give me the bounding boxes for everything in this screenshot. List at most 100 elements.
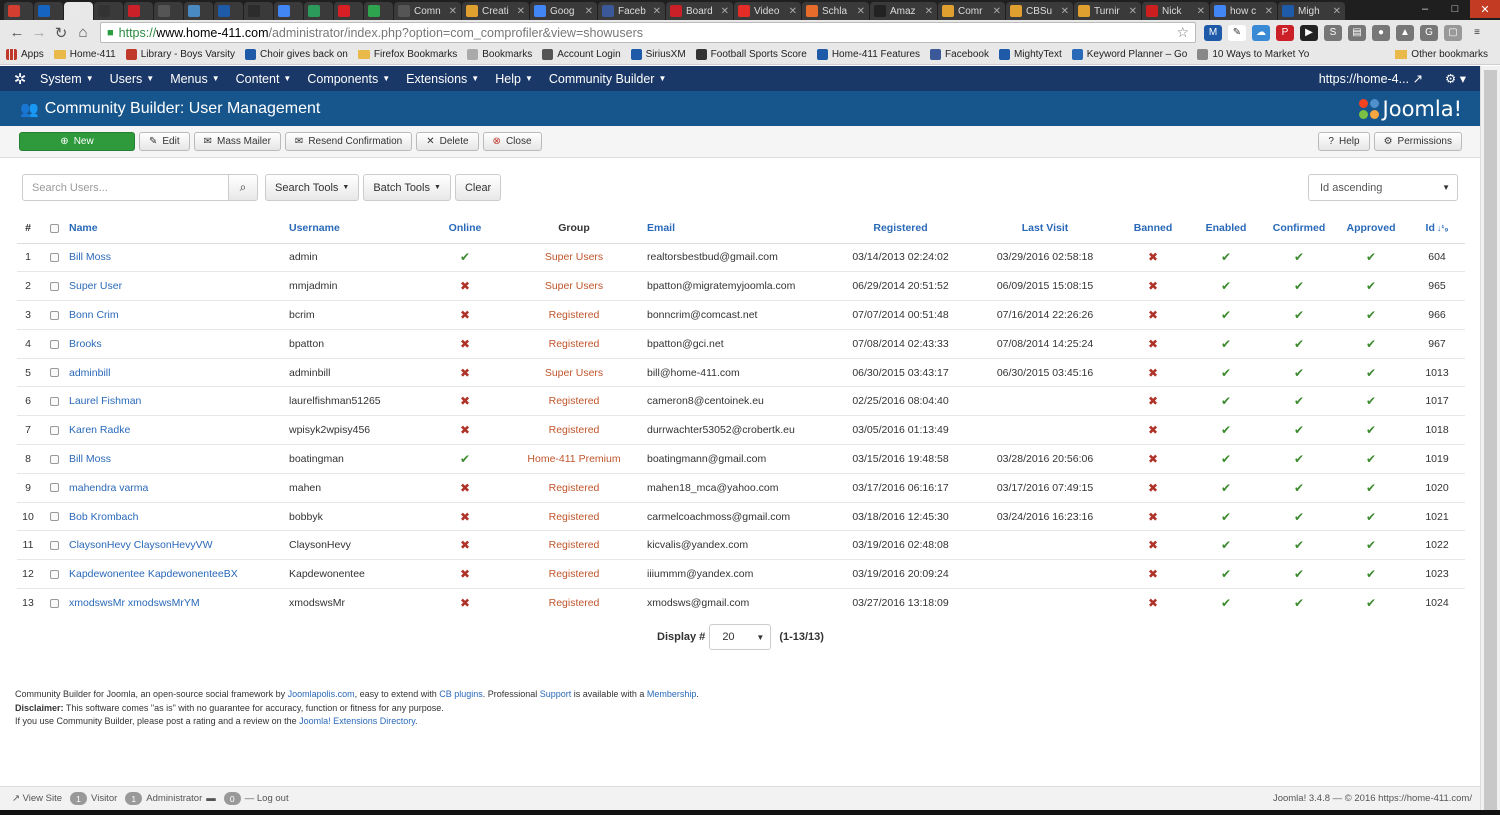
menu-extensions[interactable]: Extensions ▼ <box>406 72 479 86</box>
bookmark-item[interactable]: SiriusXM <box>630 49 686 60</box>
browser-tab[interactable] <box>274 2 303 20</box>
check-icon[interactable]: ✔ <box>1294 510 1304 524</box>
pen-extension-icon[interactable]: ✎ <box>1228 24 1246 41</box>
tab-close-icon[interactable]: ✕ <box>517 6 525 17</box>
check-icon[interactable]: ✔ <box>1294 481 1304 495</box>
browser-tab[interactable] <box>124 2 153 20</box>
tab-close-icon[interactable]: ✕ <box>1197 6 1205 17</box>
banned-toggle[interactable]: ✖ <box>1119 588 1187 618</box>
check-icon[interactable]: ✔ <box>1294 538 1304 552</box>
search-tools-button[interactable]: Search Tools ▼ <box>265 174 360 201</box>
row-checkbox[interactable] <box>49 569 59 579</box>
page-scrollbar[interactable] <box>1480 66 1500 815</box>
confirmed-toggle[interactable]: ✔ <box>1265 472 1333 503</box>
row-checkbox[interactable] <box>49 425 59 435</box>
tab-close-icon[interactable]: ✕ <box>653 6 661 17</box>
browser-tab[interactable]: Nick ✕ <box>1142 2 1209 20</box>
site-link[interactable]: https://home-4... ↗ <box>1319 71 1423 86</box>
x-icon[interactable]: ✖ <box>1148 481 1158 495</box>
browser-tab[interactable] <box>334 2 363 20</box>
check-icon[interactable]: ✔ <box>1366 510 1376 524</box>
bookmark-item[interactable]: Choir gives back on <box>245 49 348 60</box>
tab-close-icon[interactable]: ✕ <box>449 6 457 17</box>
logout-link[interactable]: — Log out <box>245 793 289 804</box>
tab-close-icon[interactable]: ✕ <box>1061 6 1069 17</box>
col-approved[interactable]: Approved <box>1333 214 1409 244</box>
edit-button[interactable]: ✎ Edit <box>139 132 190 151</box>
approved-toggle[interactable]: ✔ <box>1333 386 1409 416</box>
check-icon[interactable]: ✔ <box>1294 250 1304 264</box>
confirmed-toggle[interactable]: ✔ <box>1265 501 1333 531</box>
bookmark-item[interactable]: Bookmarks <box>467 49 532 60</box>
confirmed-toggle[interactable]: ✔ <box>1265 559 1333 589</box>
enabled-toggle[interactable]: ✔ <box>1187 472 1265 503</box>
browser-tab[interactable]: Amaz ✕ <box>870 2 937 20</box>
browser-tab[interactable] <box>214 2 243 20</box>
x-icon[interactable]: ✖ <box>1148 337 1158 351</box>
scrollbar-thumb[interactable] <box>1484 70 1497 810</box>
reload-icon[interactable]: ↻ <box>50 24 72 42</box>
confirmed-toggle[interactable]: ✔ <box>1265 415 1333 445</box>
x-icon[interactable]: ✖ <box>1148 596 1158 610</box>
enabled-toggle[interactable]: ✔ <box>1187 559 1265 589</box>
check-icon[interactable]: ✔ <box>1294 337 1304 351</box>
enabled-toggle[interactable]: ✔ <box>1187 530 1265 560</box>
col-online[interactable]: Online <box>429 214 501 244</box>
play-extension-icon[interactable]: ▶ <box>1300 24 1318 41</box>
new-button[interactable]: ⊕ New <box>19 132 135 151</box>
user-name-link[interactable]: Brooks <box>69 328 289 359</box>
row-checkbox[interactable] <box>49 454 59 464</box>
row-checkbox[interactable] <box>49 281 59 291</box>
browser-tab[interactable]: Creati ✕ <box>462 2 529 20</box>
approved-toggle[interactable]: ✔ <box>1333 271 1409 301</box>
s-extension-icon[interactable]: S <box>1324 24 1342 41</box>
tab-close-icon[interactable]: ✕ <box>585 6 593 17</box>
tab-close-icon[interactable]: ✕ <box>993 6 1001 17</box>
col-confirmed[interactable]: Confirmed <box>1265 214 1333 244</box>
browser-tab[interactable]: Faceb ✕ <box>598 2 665 20</box>
browser-tab[interactable] <box>154 2 183 20</box>
bookmark-item[interactable]: Football Sports Score <box>695 49 807 60</box>
confirmed-toggle[interactable]: ✔ <box>1265 588 1333 618</box>
url-input[interactable]: ■ https:// www.home-411.com /administrat… <box>100 22 1196 43</box>
banned-toggle[interactable]: ✖ <box>1119 357 1187 387</box>
menu-content[interactable]: Content ▼ <box>236 72 292 86</box>
pinterest-extension-icon[interactable]: P <box>1276 24 1294 41</box>
search-input[interactable]: Search Users... <box>22 174 229 201</box>
clear-button[interactable]: Clear <box>454 174 502 201</box>
approved-toggle[interactable]: ✔ <box>1333 530 1409 560</box>
check-icon[interactable]: ✔ <box>1294 366 1304 380</box>
support-link[interactable]: Support <box>540 689 572 699</box>
banned-toggle[interactable]: ✖ <box>1119 501 1187 531</box>
col-id[interactable]: Id ↓¹₉ <box>1409 214 1465 244</box>
browser-tab[interactable]: Comn ✕ <box>394 2 461 20</box>
check-icon[interactable]: ✔ <box>1294 596 1304 610</box>
bookmark-item[interactable]: Apps <box>6 49 44 60</box>
tab-close-icon[interactable]: ✕ <box>789 6 797 17</box>
chrome-menu-icon[interactable]: ≡ <box>1468 24 1486 41</box>
user-name-link[interactable]: adminbill <box>69 357 289 387</box>
browser-tab[interactable]: Turnir ✕ <box>1074 2 1141 20</box>
jed-link[interactable]: Joomla! Extensions Directory <box>299 716 415 726</box>
bookmark-item[interactable]: Keyword Planner – Go <box>1071 49 1187 60</box>
doc-extension-icon[interactable]: ▤ <box>1348 24 1366 41</box>
joomlapolis-link[interactable]: Joomlapolis.com <box>288 689 355 699</box>
tab-close-icon[interactable]: ✕ <box>857 6 865 17</box>
browser-tab[interactable]: Goog ✕ <box>530 2 597 20</box>
confirmed-toggle[interactable]: ✔ <box>1265 530 1333 560</box>
back-icon[interactable]: ← <box>6 24 28 41</box>
approved-toggle[interactable]: ✔ <box>1333 588 1409 618</box>
row-checkbox[interactable] <box>49 483 59 493</box>
minimize-icon[interactable]: – <box>1410 0 1440 18</box>
approved-toggle[interactable]: ✔ <box>1333 559 1409 589</box>
help-button[interactable]: ? Help <box>1318 132 1370 151</box>
confirmed-toggle[interactable]: ✔ <box>1265 242 1333 272</box>
row-checkbox[interactable] <box>49 368 59 378</box>
enabled-toggle[interactable]: ✔ <box>1187 357 1265 387</box>
tab-close-icon[interactable]: ✕ <box>925 6 933 17</box>
approved-toggle[interactable]: ✔ <box>1333 444 1409 474</box>
check-icon[interactable]: ✔ <box>1294 308 1304 322</box>
window-extension-icon[interactable]: ▢ <box>1444 24 1462 41</box>
check-icon[interactable]: ✔ <box>1366 279 1376 293</box>
check-icon[interactable]: ✔ <box>1366 337 1376 351</box>
